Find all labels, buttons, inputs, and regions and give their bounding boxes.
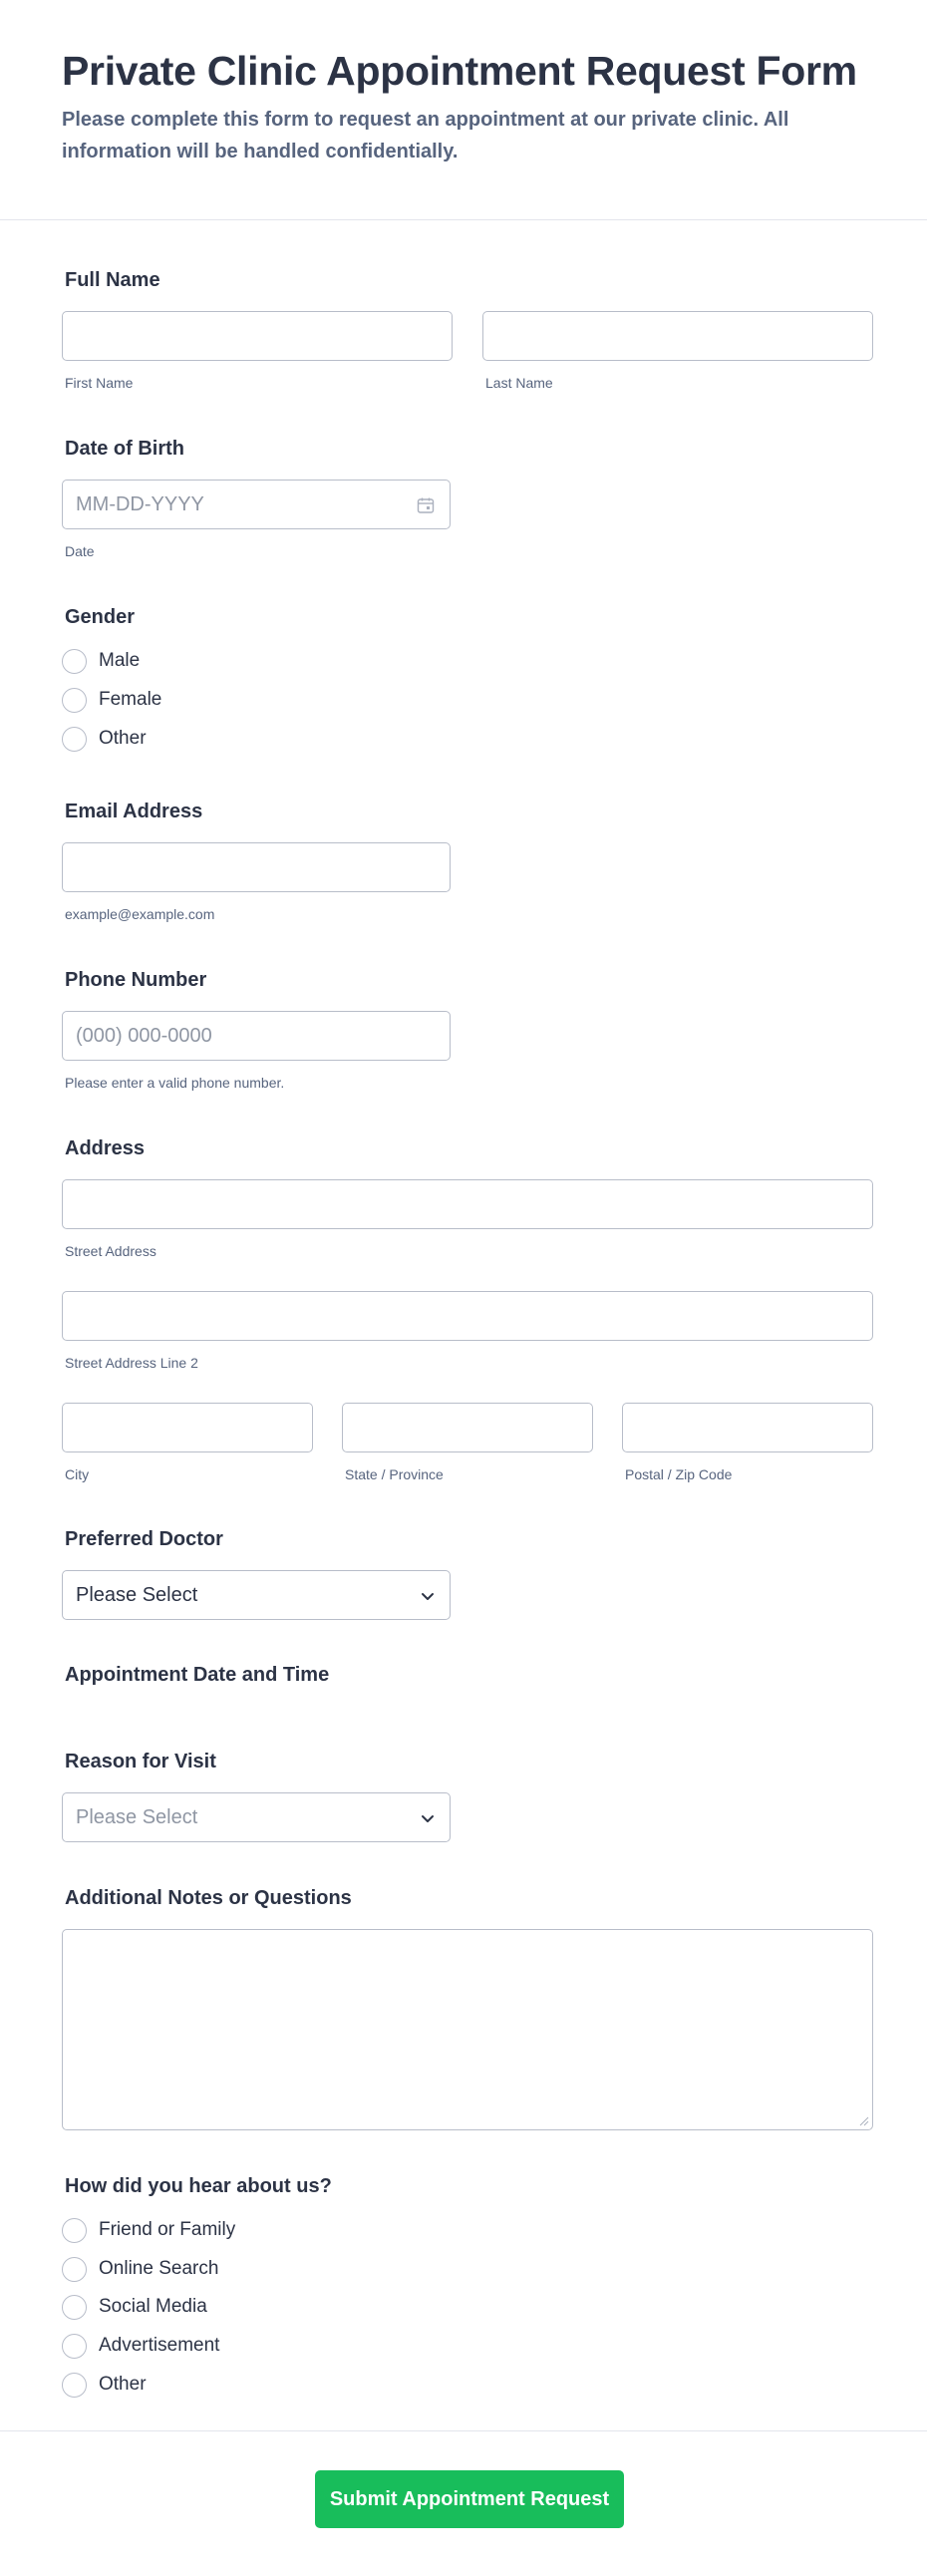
radio-label: Female — [99, 689, 162, 710]
heard-option-other[interactable]: Other — [62, 2371, 147, 2399]
reason-label: Reason for Visit — [65, 1751, 216, 1772]
gender-label: Gender — [65, 606, 136, 628]
radio-label: Other — [99, 728, 147, 749]
calendar-icon[interactable] — [416, 495, 436, 515]
radio-label: Social Media — [99, 2296, 207, 2317]
phone-label: Phone Number — [65, 969, 207, 991]
radio-label: Online Search — [99, 2258, 219, 2279]
submit-button[interactable]: Submit Appointment Request — [315, 2470, 624, 2528]
postal-code-sublabel: Postal / Zip Code — [625, 1466, 733, 1482]
appointment-label: Appointment Date and Time — [65, 1664, 330, 1686]
phone-sublabel: Please enter a valid phone number. — [65, 1075, 285, 1091]
form-header: Private Clinic Appointment Request Form … — [0, 0, 927, 220]
notes-textarea[interactable] — [62, 1929, 873, 2130]
radio-circle[interactable] — [62, 2217, 87, 2243]
city-sublabel: City — [65, 1466, 90, 1482]
state-sublabel: State / Province — [345, 1466, 444, 1482]
street-address-line2-sublabel: Street Address Line 2 — [65, 1355, 198, 1371]
gender-option-female[interactable]: Female — [62, 686, 161, 714]
reason-select[interactable]: Please Select — [62, 1792, 451, 1842]
city-input[interactable] — [62, 1403, 313, 1452]
radio-label: Other — [99, 2374, 147, 2395]
radio-label: Advertisement — [99, 2335, 220, 2356]
reason-select-value: Please Select — [76, 1806, 198, 1828]
radio-circle[interactable] — [62, 648, 87, 674]
radio-circle[interactable] — [62, 2294, 87, 2320]
last-name-input[interactable] — [482, 311, 873, 361]
radio-circle[interactable] — [62, 687, 87, 713]
first-name-input[interactable] — [62, 311, 453, 361]
email-input[interactable] — [62, 842, 451, 892]
state-input[interactable] — [342, 1403, 593, 1452]
street-address-sublabel: Street Address — [65, 1243, 156, 1259]
full-name-label: Full Name — [65, 269, 160, 291]
doctor-select-value: Please Select — [76, 1584, 198, 1606]
gender-option-male[interactable]: Male — [62, 647, 140, 675]
heard-option-social-media[interactable]: Social Media — [62, 2293, 207, 2321]
radio-circle[interactable] — [62, 2333, 87, 2359]
heard-option-online-search[interactable]: Online Search — [62, 2255, 218, 2283]
radio-circle[interactable] — [62, 726, 87, 752]
street-address-line2-input[interactable] — [62, 1291, 873, 1341]
dob-sublabel: Date — [65, 543, 95, 559]
heard-label: How did you hear about us? — [65, 2175, 332, 2197]
postal-code-input[interactable] — [622, 1403, 873, 1452]
chevron-down-icon — [422, 1593, 434, 1600]
phone-input[interactable] — [62, 1011, 451, 1061]
heard-option-friend[interactable]: Friend or Family — [62, 2216, 235, 2244]
dob-input[interactable]: MM-DD-YYYY — [62, 480, 451, 529]
gender-option-other[interactable]: Other — [62, 725, 147, 753]
first-name-sublabel: First Name — [65, 375, 134, 391]
radio-label: Male — [99, 650, 141, 671]
form-title: Private Clinic Appointment Request Form — [62, 48, 857, 94]
chevron-down-icon — [422, 1815, 434, 1822]
doctor-select[interactable]: Please Select — [62, 1570, 451, 1620]
radio-label: Friend or Family — [99, 2219, 236, 2240]
footer-divider — [0, 2430, 927, 2431]
address-label: Address — [65, 1137, 146, 1159]
notes-label: Additional Notes or Questions — [65, 1887, 352, 1909]
radio-circle[interactable] — [62, 2256, 87, 2282]
heard-option-advertisement[interactable]: Advertisement — [62, 2332, 219, 2360]
form-description: Please complete this form to request an … — [62, 109, 789, 162]
dob-placeholder: MM-DD-YYYY — [76, 493, 204, 515]
dob-label: Date of Birth — [65, 438, 184, 460]
email-sublabel: example@example.com — [65, 906, 215, 922]
email-label: Email Address — [65, 801, 203, 822]
street-address-input[interactable] — [62, 1179, 873, 1229]
doctor-label: Preferred Doctor — [65, 1528, 223, 1550]
radio-circle[interactable] — [62, 2372, 87, 2398]
last-name-sublabel: Last Name — [485, 375, 553, 391]
resize-handle-icon[interactable] — [857, 2114, 869, 2126]
